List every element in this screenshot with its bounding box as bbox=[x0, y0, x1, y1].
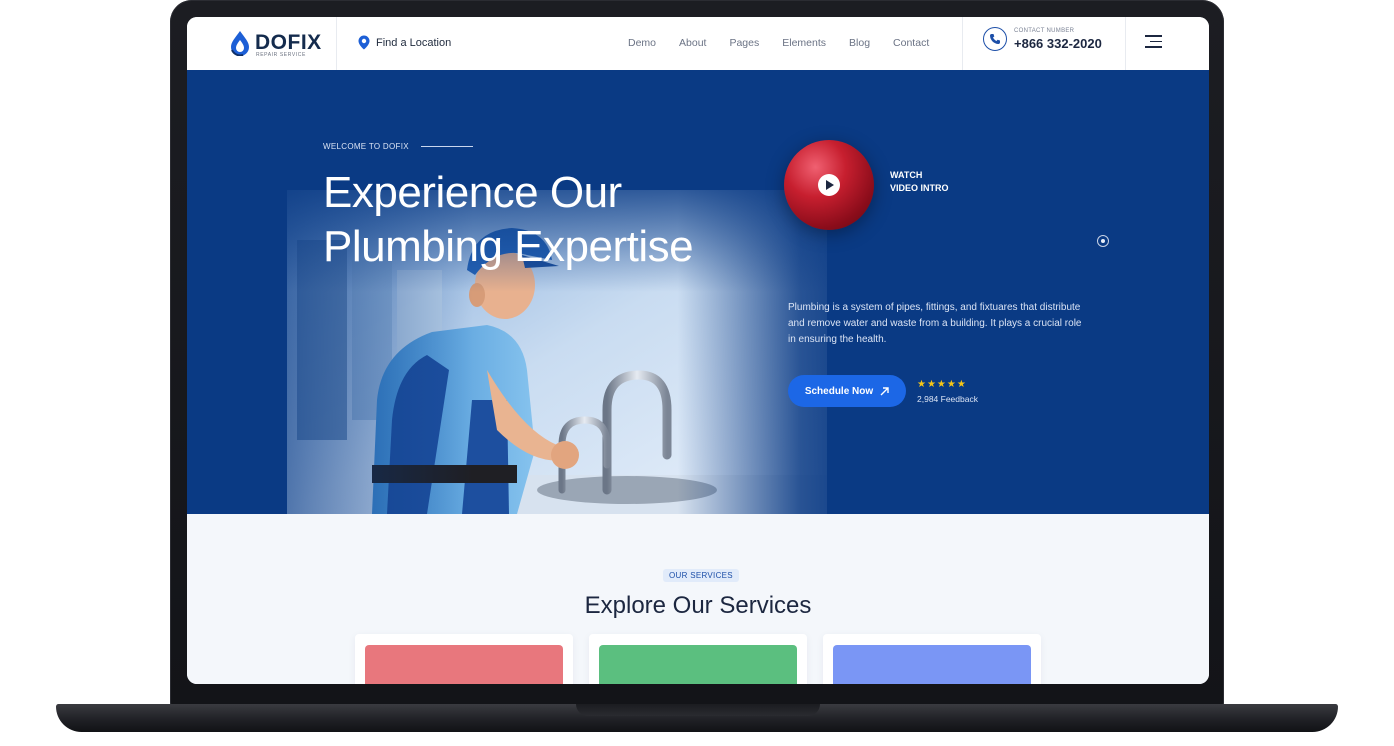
slider-dot[interactable] bbox=[1097, 235, 1109, 247]
hero-section: WELCOME TO DOFIX Experience Our Plumbing… bbox=[187, 70, 1209, 514]
site-header: DOFIX REPAIR SERVICE Find a Location Dem… bbox=[187, 17, 1209, 71]
nav-pages[interactable]: Pages bbox=[729, 37, 759, 49]
eyebrow-line bbox=[420, 146, 473, 147]
logo-tagline: REPAIR SERVICE bbox=[256, 52, 306, 58]
hero-gradient-overlay bbox=[187, 70, 1209, 514]
laptop-notch bbox=[576, 704, 820, 716]
rating-block: ★★★★★ 2,984 Feedback bbox=[917, 379, 978, 404]
hamburger-menu-icon[interactable] bbox=[1145, 35, 1167, 51]
service-card[interactable] bbox=[355, 634, 573, 684]
video-label-line: WATCH bbox=[890, 170, 923, 180]
hero-eyebrow: WELCOME TO DOFIX bbox=[323, 142, 473, 151]
services-badge: OUR SERVICES bbox=[663, 569, 739, 582]
hero-title-line: Experience Our bbox=[323, 168, 622, 217]
star-rating: ★★★★★ bbox=[917, 379, 967, 390]
water-drop-icon bbox=[231, 31, 249, 56]
service-card-image bbox=[365, 645, 563, 684]
website-screen: DOFIX REPAIR SERVICE Find a Location Dem… bbox=[187, 17, 1209, 684]
nav-contact[interactable]: Contact bbox=[893, 37, 929, 49]
nav-elements[interactable]: Elements bbox=[782, 37, 826, 49]
eyebrow-text: WELCOME TO DOFIX bbox=[323, 142, 409, 151]
schedule-now-button[interactable]: Schedule Now bbox=[788, 375, 906, 407]
header-divider bbox=[336, 17, 337, 70]
video-intro-button[interactable] bbox=[784, 140, 874, 230]
video-intro-label[interactable]: WATCH VIDEO INTRO bbox=[890, 169, 949, 195]
logo-name: DOFIX bbox=[255, 31, 322, 54]
map-pin-icon bbox=[358, 35, 370, 50]
services-title: Explore Our Services bbox=[584, 592, 812, 619]
phone-icon bbox=[983, 27, 1007, 51]
hero-title: Experience Our Plumbing Expertise bbox=[323, 166, 803, 274]
nav-blog[interactable]: Blog bbox=[849, 37, 870, 49]
service-card-image bbox=[833, 645, 1031, 684]
main-nav: Demo About Pages Elements Blog Contact bbox=[628, 37, 952, 49]
arrow-up-right-icon bbox=[880, 386, 889, 395]
play-icon bbox=[818, 174, 840, 196]
service-card[interactable] bbox=[823, 634, 1041, 684]
nav-about[interactable]: About bbox=[679, 37, 706, 49]
header-divider bbox=[962, 17, 963, 70]
contact-number-block[interactable]: CONTACT NUMBER +866 332-2020 bbox=[983, 27, 1102, 51]
cta-label: Schedule Now bbox=[804, 385, 874, 397]
hero-title-line: Plumbing Expertise bbox=[323, 222, 694, 271]
video-label-line: VIDEO INTRO bbox=[890, 183, 949, 193]
service-card[interactable] bbox=[589, 634, 807, 684]
site-logo[interactable]: DOFIX REPAIR SERVICE bbox=[229, 28, 322, 58]
service-card-image bbox=[599, 645, 797, 684]
services-section: OUR SERVICES Explore Our Services bbox=[187, 514, 1209, 684]
location-label: Find a Location bbox=[376, 36, 452, 49]
find-location-link[interactable]: Find a Location bbox=[358, 35, 451, 50]
hero-description: Plumbing is a system of pipes, fittings,… bbox=[788, 302, 1082, 345]
feedback-count: 2,984 Feedback bbox=[917, 394, 978, 404]
contact-number: +866 332-2020 bbox=[1014, 35, 1102, 51]
header-divider bbox=[1125, 17, 1126, 70]
nav-demo[interactable]: Demo bbox=[628, 37, 656, 49]
contact-label: CONTACT NUMBER bbox=[1014, 27, 1075, 34]
